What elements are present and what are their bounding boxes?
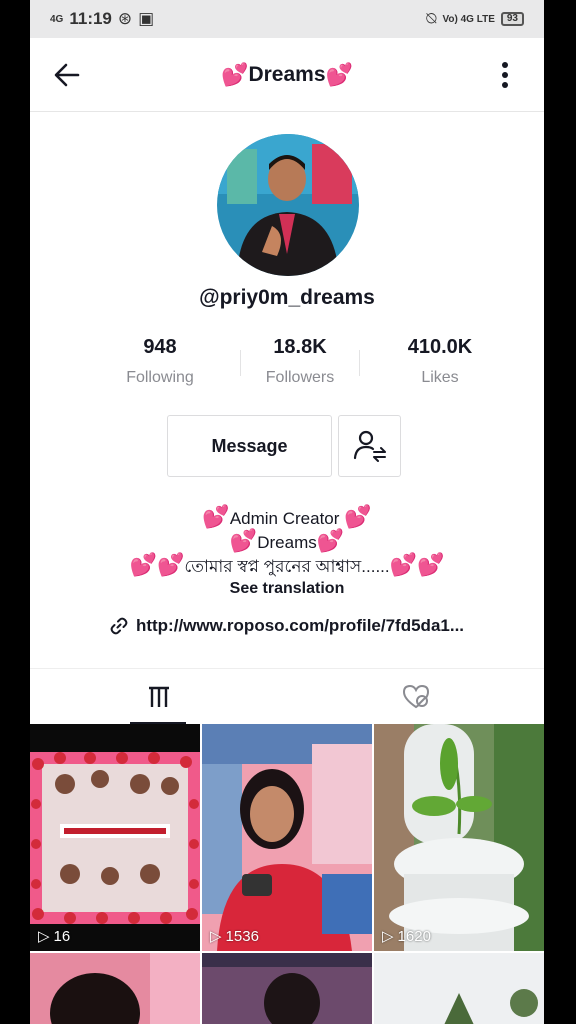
stat-value: 948 [143,336,177,358]
video-thumbnail-image [30,953,200,1024]
profile-bio: 💕Admin Creator 💕 💕Dreams💕 💕💕তোমার স্বপ্ন… [30,506,544,600]
link-icon [110,617,128,635]
profile-stats: 948 Following 18.8K Followers 410.0K Lik… [100,336,500,387]
video-thumbnail[interactable] [30,953,200,1024]
videos-grid-icon [148,686,169,707]
stat-likes[interactable]: 410.0K Likes [380,336,500,387]
video-thumbnail-image [30,724,200,951]
battery-icon: 93 [500,12,524,26]
heart-icon: 💕 [156,552,185,577]
network-indicator: 4G [50,13,64,25]
stat-label: Likes [421,369,459,386]
video-thumbnail[interactable] [202,953,372,1024]
status-bar: 4G 11:19 ⊛ ▣ ⍉ Vo) 4G LTE 93 [30,0,544,38]
video-thumbnail[interactable]: ▷ 1620 [374,724,544,951]
profile-header: 💕 Dreams 💕 [30,38,544,112]
profile-tabs [30,668,544,724]
see-translation-link[interactable]: See translation [30,578,544,600]
mute-icon: ⍉ [426,9,437,28]
video-thumbnail-image [202,724,372,951]
stat-followers[interactable]: 18.8K Followers [240,336,360,387]
video-thumbnail[interactable] [374,953,544,1024]
video-thumbnail[interactable]: ▷ 16 [30,724,200,951]
bio-line: 💕Dreams💕 [229,528,345,553]
play-icon: ▷ [38,928,50,945]
more-options-icon[interactable] [490,60,520,90]
video-thumbnail-image [202,953,372,1024]
video-thumbnail-image [374,724,544,951]
page-title-text: Dreams [248,62,326,86]
view-count: ▷ 1620 [382,927,431,946]
heart-icon: 💕 [389,552,418,577]
view-count: ▷ 1536 [210,927,259,946]
bio-line: 💕Admin Creator 💕 [202,504,372,529]
user-swap-icon [353,430,386,462]
gallery-icon: ▣ [138,9,155,28]
video-thumbnail[interactable]: ▷ 1536 [202,724,372,951]
back-arrow-icon[interactable] [52,60,82,90]
heart-icon: 💕 [221,61,249,87]
view-count: ▷ 16 [38,927,71,946]
stat-value: 18.8K [273,336,327,358]
heart-icon: 💕 [229,528,258,553]
stat-following[interactable]: 948 Following [100,336,220,387]
profile-screen: 4G 11:19 ⊛ ▣ ⍉ Vo) 4G LTE 93 💕 Dreams 💕 [30,0,544,1024]
bio-line: 💕💕তোমার স্বপ্ন পুরনের আশ্বাস......💕💕 [129,552,445,577]
liked-videos-icon [402,684,429,708]
tab-liked[interactable] [287,669,544,724]
heart-icon: 💕 [202,504,230,529]
stat-divider [359,350,360,376]
following-toggle-button[interactable] [338,415,401,477]
heart-icon: 💕 [344,504,372,529]
play-icon: ▷ [382,928,394,945]
stat-value: 410.0K [407,336,473,358]
volte-indicator: Vo) 4G LTE [442,13,495,25]
avatar[interactable] [217,134,359,276]
page-title: 💕 Dreams 💕 [221,62,353,88]
heart-icon: 💕 [316,528,345,553]
notification-icon: ⊛ [117,9,133,28]
heart-icon: 💕 [325,61,353,87]
video-grid: ▷ 16 ▷ 1536 ▷ 1620 [30,724,544,1024]
stat-divider [240,350,241,376]
video-thumbnail-image [374,953,544,1024]
play-icon: ▷ [210,928,222,945]
tab-videos[interactable] [30,669,287,724]
message-button[interactable]: Message [167,415,332,477]
stat-label: Following [126,369,194,386]
username: @priy0m_dreams [199,286,375,309]
status-time: 11:19 [69,9,112,28]
profile-link-text: http://www.roposo.com/profile/7fd5da1... [135,616,465,635]
profile-link[interactable]: http://www.roposo.com/profile/7fd5da1... [30,616,544,636]
stat-label: Followers [265,369,335,386]
heart-icon: 💕 [129,552,157,577]
heart-icon: 💕 [417,552,445,577]
